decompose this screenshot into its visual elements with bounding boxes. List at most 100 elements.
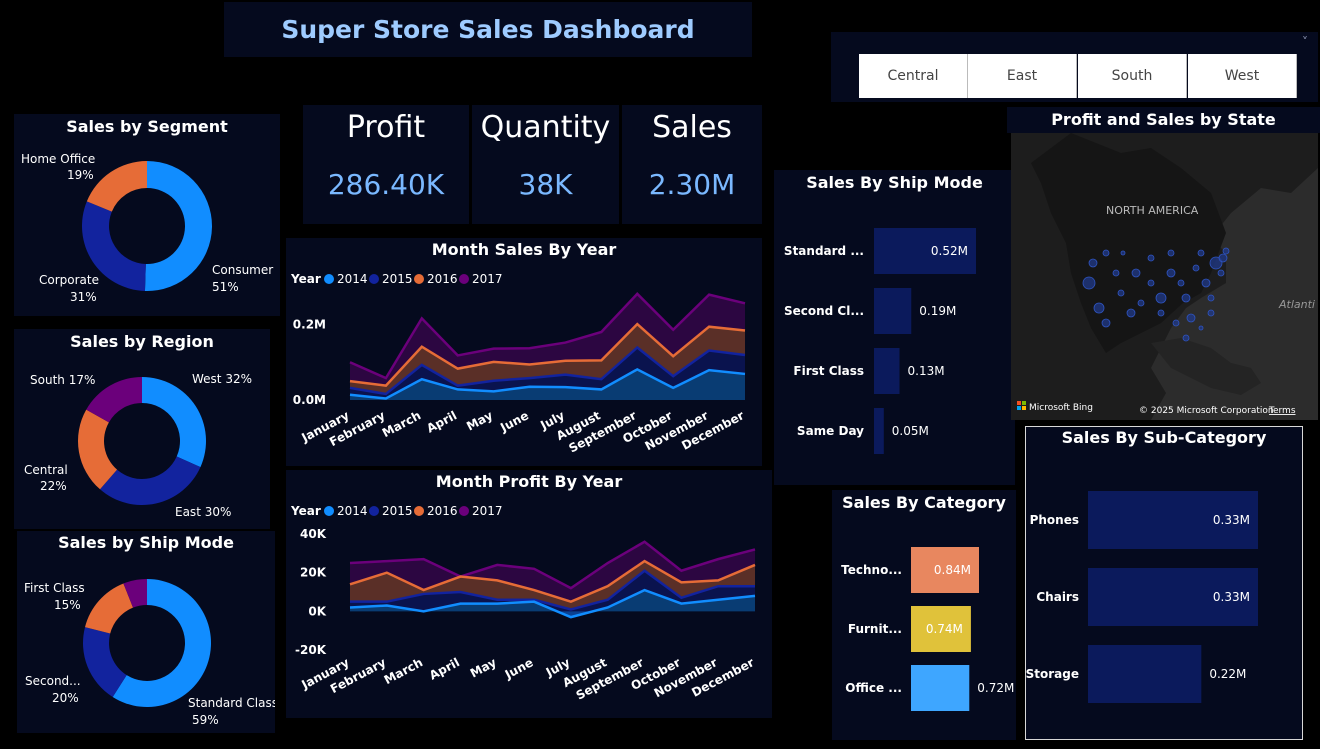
- segment-donut-chart: Home Office 19% Consumer 51% Corporate 3…: [21, 152, 273, 304]
- donut-slice[interactable]: [86, 161, 147, 212]
- slice-label: South 17%: [30, 373, 95, 387]
- bing-logo-icon: [1017, 406, 1021, 410]
- legend-swatch: [459, 274, 469, 284]
- slice-pct-label: 59%: [192, 713, 219, 727]
- slice-pct-label: 22%: [40, 479, 67, 493]
- category-label: Standard ...: [784, 244, 864, 258]
- segment-chart-panel: Sales by Segment Home Office 19% Consume…: [14, 114, 280, 316]
- donut-slice[interactable]: [85, 583, 134, 634]
- state-bubble[interactable]: [1157, 309, 1165, 317]
- state-bubble[interactable]: [1147, 254, 1155, 262]
- x-tick-label: March: [382, 655, 425, 687]
- state-bubble[interactable]: [1207, 309, 1215, 317]
- category-label: Second Cl...: [784, 304, 864, 318]
- map-terms-link[interactable]: Terms: [1268, 406, 1296, 416]
- slice-pct-label: 19%: [67, 168, 94, 182]
- data-label: 0.72M: [977, 681, 1014, 695]
- x-tick-label: April: [424, 408, 459, 435]
- donut-slice[interactable]: [144, 161, 213, 291]
- legend-swatch: [414, 274, 424, 284]
- legend-item[interactable]: 2016: [427, 272, 458, 286]
- slicer-option-central[interactable]: Central: [859, 54, 968, 98]
- x-tick-label: March: [380, 408, 423, 440]
- category-label: Furnit...: [848, 622, 902, 636]
- slicer-option-east[interactable]: East: [968, 54, 1077, 98]
- slice-pct-label: 31%: [70, 290, 97, 304]
- data-label: 0.33M: [1213, 513, 1250, 527]
- donut-slice[interactable]: [100, 456, 201, 505]
- x-tick-label: June: [497, 408, 531, 435]
- legend-item[interactable]: 2014: [337, 504, 368, 518]
- state-bubble[interactable]: [1082, 276, 1096, 290]
- kpi-value: 38K: [518, 168, 573, 201]
- bar[interactable]: [911, 665, 970, 711]
- slicer-option-west[interactable]: West: [1188, 54, 1297, 98]
- state-bubble[interactable]: [1093, 302, 1105, 314]
- state-bubble[interactable]: [1137, 299, 1145, 307]
- state-bubble[interactable]: [1207, 294, 1215, 302]
- state-bubble[interactable]: [1112, 269, 1120, 277]
- slice-label: Consumer: [212, 263, 273, 277]
- kpi-value: 2.30M: [648, 168, 736, 201]
- map-brand: Microsoft Bing: [1029, 403, 1093, 413]
- state-bubble[interactable]: [1166, 268, 1176, 278]
- state-bubble[interactable]: [1101, 318, 1111, 328]
- state-bubble[interactable]: [1155, 292, 1167, 304]
- bar[interactable]: [874, 408, 884, 454]
- state-bubble[interactable]: [1172, 319, 1180, 327]
- state-bubble[interactable]: [1126, 308, 1136, 318]
- state-bubble[interactable]: [1102, 249, 1110, 257]
- y-tick-label: 0.2M: [293, 317, 326, 331]
- state-map[interactable]: NORTH AMERICA Atlanti Microsoft Bing © 2…: [1011, 133, 1318, 420]
- x-tick-label: June: [502, 655, 536, 682]
- state-bubble[interactable]: [1088, 258, 1098, 268]
- legend-item[interactable]: 2015: [382, 504, 413, 518]
- legend-item[interactable]: 2017: [472, 504, 503, 518]
- chevron-down-icon[interactable]: ˅: [1302, 35, 1308, 49]
- state-bubble[interactable]: [1120, 250, 1126, 256]
- state-bubble[interactable]: [1131, 268, 1141, 278]
- data-label: 0.05M: [892, 424, 929, 438]
- category-label: Same Day: [797, 424, 864, 438]
- month-sales-area-chart: Year 2014 2015 2016 20170.2M0.0MJanuaryFebr…: [290, 272, 746, 456]
- state-bubble[interactable]: [1182, 334, 1190, 342]
- month-profit-panel: Month Profit By Year Year 2014 2015 2016 20…: [286, 470, 772, 718]
- data-label: 0.33M: [1213, 590, 1250, 604]
- legend-item[interactable]: 2017: [472, 272, 503, 286]
- slicer-option-south[interactable]: South: [1078, 54, 1187, 98]
- legend-swatch: [369, 274, 379, 284]
- state-bubble[interactable]: [1177, 279, 1185, 287]
- legend-item[interactable]: 2016: [427, 504, 458, 518]
- state-bubble[interactable]: [1117, 289, 1125, 297]
- state-bubble[interactable]: [1217, 269, 1225, 277]
- legend-swatch: [324, 506, 334, 516]
- kpi-profit-card: Profit 286.40K: [303, 105, 469, 224]
- bar[interactable]: [874, 288, 912, 334]
- legend-swatch: [369, 506, 379, 516]
- state-bubble[interactable]: [1218, 253, 1228, 263]
- state-bubble[interactable]: [1167, 249, 1175, 257]
- slice-label: Central: [24, 463, 68, 477]
- bar[interactable]: [1088, 645, 1202, 703]
- legend-swatch: [414, 506, 424, 516]
- ship-mode-bar-chart: Standard ... 0.52M Second Cl... 0.19M First …: [784, 228, 976, 454]
- legend-item[interactable]: 2014: [337, 272, 368, 286]
- state-bubble[interactable]: [1198, 325, 1204, 331]
- state-bubble[interactable]: [1192, 264, 1200, 272]
- y-tick-label: -20K: [295, 643, 327, 657]
- state-bubble[interactable]: [1186, 313, 1196, 323]
- category-label: First Class: [793, 364, 864, 378]
- legend-title: Year: [290, 504, 321, 518]
- state-bubble[interactable]: [1197, 249, 1205, 257]
- kpi-label: Sales: [652, 110, 732, 145]
- state-bubble[interactable]: [1222, 247, 1230, 255]
- bar[interactable]: [874, 348, 900, 394]
- state-bubble[interactable]: [1147, 279, 1155, 287]
- state-bubble[interactable]: [1181, 293, 1191, 303]
- legend-item[interactable]: 2015: [382, 272, 413, 286]
- kpi-label: Quantity: [480, 110, 611, 145]
- state-bubble[interactable]: [1201, 278, 1211, 288]
- slice-pct-label: 51%: [212, 280, 239, 294]
- continent-label: NORTH AMERICA: [1106, 204, 1199, 217]
- donut-slice[interactable]: [142, 377, 206, 468]
